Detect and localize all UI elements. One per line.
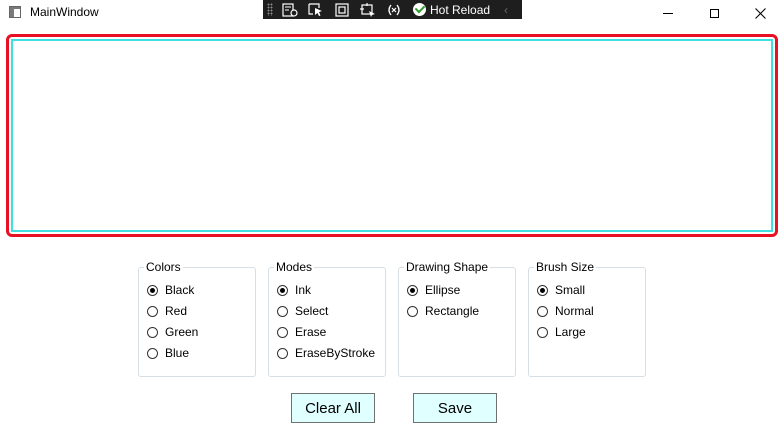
live-visual-tree-icon (282, 2, 298, 17)
color-option-green[interactable]: Green (147, 325, 198, 339)
mode-option-select[interactable]: Select (277, 304, 328, 318)
select-element-icon (308, 2, 322, 16)
radio-button[interactable] (277, 326, 288, 338)
ink-canvas-frame (6, 34, 778, 237)
drawing-shape-group: Drawing Shape Ellipse Rectangle (398, 260, 516, 377)
app-icon (9, 6, 21, 18)
shape-option-ellipse[interactable]: Ellipse (407, 283, 460, 297)
maximize-button[interactable] (691, 0, 737, 26)
radio-button[interactable] (407, 305, 418, 317)
brush-size-group-title: Brush Size (534, 260, 597, 274)
radio-button[interactable] (537, 326, 548, 338)
live-visual-tree-button[interactable] (280, 2, 300, 17)
hot-reload-status[interactable]: Hot Reload (413, 3, 490, 17)
color-option-blue[interactable]: Blue (147, 346, 189, 360)
track-focused-element-button[interactable] (358, 2, 378, 17)
display-layout-adorners-icon (335, 2, 349, 17)
option-label: Green (165, 325, 199, 339)
radio-button[interactable] (147, 305, 158, 317)
hot-reload-label: Hot Reload (430, 2, 491, 17)
drag-grip[interactable] (267, 3, 273, 16)
clear-all-button[interactable]: Clear All (291, 393, 375, 423)
shape-option-rectangle[interactable]: Rectangle (407, 304, 479, 318)
binding-failures-button[interactable] (384, 2, 404, 17)
option-label: Blue (165, 346, 190, 360)
color-option-black[interactable]: Black (147, 283, 194, 297)
option-label: Erase (295, 325, 327, 339)
mode-option-ink[interactable]: Ink (277, 283, 311, 297)
option-label: Large (555, 325, 586, 339)
ink-canvas[interactable] (11, 39, 773, 232)
mode-option-erase[interactable]: Erase (277, 325, 326, 339)
drawing-shape-group-title: Drawing Shape (404, 260, 491, 274)
color-option-red[interactable]: Red (147, 304, 187, 318)
colors-group: Colors Black Red Green Blue (138, 260, 256, 377)
option-label: Normal (555, 304, 594, 318)
option-label: Small (555, 283, 586, 297)
option-label: Select (295, 304, 329, 318)
close-icon (754, 7, 766, 19)
option-label: Black (165, 283, 195, 297)
option-label: Ink (295, 283, 312, 297)
radio-button[interactable] (537, 284, 548, 296)
window-title: MainWindow (30, 5, 99, 19)
brush-size-group: Brush Size Small Normal Large (528, 260, 646, 377)
brush-option-normal[interactable]: Normal (537, 304, 594, 318)
mode-option-erase-by-stroke[interactable]: EraseByStroke (277, 346, 375, 360)
option-label: EraseByStroke (295, 346, 376, 360)
option-label: Ellipse (425, 283, 461, 297)
radio-button[interactable] (147, 284, 158, 296)
brush-option-large[interactable]: Large (537, 325, 586, 339)
colors-group-title: Colors (144, 260, 183, 274)
modes-group: Modes Ink Select Erase EraseByStroke (268, 260, 386, 377)
brush-option-small[interactable]: Small (537, 283, 585, 297)
radio-button[interactable] (147, 326, 158, 338)
hot-reload-check-icon (413, 3, 426, 16)
save-button[interactable]: Save (413, 393, 497, 423)
radio-button[interactable] (277, 284, 288, 296)
minimize-button[interactable] (645, 0, 691, 26)
collapse-toolbar-button[interactable]: ‹ (504, 3, 508, 17)
track-focused-element-icon (360, 2, 375, 17)
radio-button[interactable] (277, 347, 288, 359)
radio-button[interactable] (147, 347, 158, 359)
select-element-button[interactable] (306, 2, 326, 17)
minimize-icon (663, 12, 673, 14)
radio-button[interactable] (537, 305, 548, 317)
radio-button[interactable] (277, 305, 288, 317)
binding-failures-icon (388, 4, 400, 15)
maximize-icon (709, 8, 719, 18)
debug-toolbar: Hot Reload ‹ (263, 0, 522, 19)
option-label: Red (165, 304, 188, 318)
modes-group-title: Modes (274, 260, 315, 274)
close-button[interactable] (737, 0, 783, 26)
option-label: Rectangle (425, 304, 480, 318)
display-layout-adorners-button[interactable] (332, 2, 352, 17)
radio-button[interactable] (407, 284, 418, 296)
